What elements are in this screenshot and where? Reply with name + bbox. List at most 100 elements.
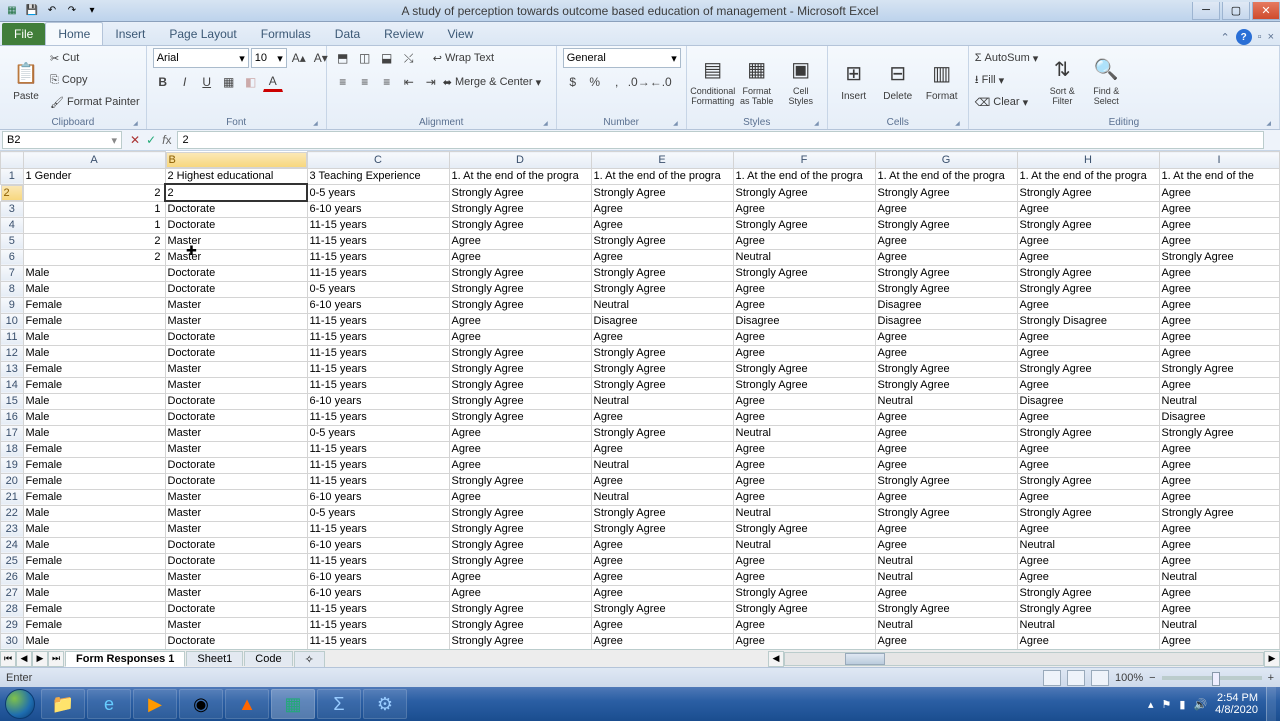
- cell[interactable]: Neutral: [1159, 393, 1279, 409]
- cell[interactable]: Strongly Agree: [1017, 505, 1159, 521]
- cell[interactable]: 11-15 years: [307, 313, 449, 329]
- conditional-formatting-button[interactable]: ▤Conditional Formatting: [693, 48, 733, 112]
- cell[interactable]: Agree: [1017, 377, 1159, 393]
- row-header[interactable]: 23: [1, 521, 24, 537]
- cell[interactable]: Disagree: [1159, 409, 1279, 425]
- row-header[interactable]: 28: [1, 601, 24, 617]
- cell[interactable]: Strongly Agree: [875, 377, 1017, 393]
- cell[interactable]: Strongly Agree: [449, 184, 591, 201]
- cell[interactable]: 11-15 years: [307, 553, 449, 569]
- cell[interactable]: Female: [23, 313, 165, 329]
- cell[interactable]: Male: [23, 585, 165, 601]
- cell[interactable]: Strongly Agree: [875, 184, 1017, 201]
- cell[interactable]: Master: [165, 569, 307, 585]
- col-header[interactable]: C: [307, 152, 449, 169]
- cell[interactable]: Agree: [733, 617, 875, 633]
- cell[interactable]: Agree: [875, 633, 1017, 649]
- sheet-tab[interactable]: Code: [244, 651, 292, 666]
- cell[interactable]: Doctorate: [165, 329, 307, 345]
- cell[interactable]: Master: [165, 361, 307, 377]
- cell[interactable]: Female: [23, 377, 165, 393]
- row-header[interactable]: 15: [1, 393, 24, 409]
- row-header[interactable]: 19: [1, 457, 24, 473]
- cell[interactable]: Agree: [1159, 377, 1279, 393]
- cell[interactable]: Strongly Agree: [449, 361, 591, 377]
- row-header[interactable]: 14: [1, 377, 24, 393]
- row-header[interactable]: 4: [1, 217, 24, 233]
- help-icon[interactable]: ?: [1236, 29, 1252, 45]
- bold-button[interactable]: B: [153, 72, 173, 92]
- cell[interactable]: Neutral: [591, 489, 733, 505]
- cell[interactable]: 6-10 years: [307, 297, 449, 313]
- cell[interactable]: Strongly Agree: [449, 281, 591, 297]
- cell[interactable]: Agree: [449, 585, 591, 601]
- cell[interactable]: Strongly Agree: [875, 265, 1017, 281]
- col-header[interactable]: E: [591, 152, 733, 169]
- align-middle-icon[interactable]: ◫: [355, 48, 375, 68]
- cell[interactable]: Strongly Agree: [449, 521, 591, 537]
- cell[interactable]: Agree: [591, 553, 733, 569]
- cell[interactable]: Agree: [1017, 441, 1159, 457]
- cell[interactable]: Disagree: [875, 313, 1017, 329]
- cell[interactable]: Agree: [591, 473, 733, 489]
- cell[interactable]: Agree: [875, 345, 1017, 361]
- task-explorer[interactable]: 📁: [41, 689, 85, 719]
- cell[interactable]: Agree: [591, 617, 733, 633]
- col-header[interactable]: A: [23, 152, 165, 169]
- row-header[interactable]: 16: [1, 409, 24, 425]
- cell[interactable]: Strongly Agree: [591, 345, 733, 361]
- cell[interactable]: Agree: [1017, 297, 1159, 313]
- cell[interactable]: Neutral: [1159, 569, 1279, 585]
- cell[interactable]: Disagree: [875, 297, 1017, 313]
- zoom-slider[interactable]: [1162, 676, 1262, 680]
- cell[interactable]: Female: [23, 489, 165, 505]
- cell[interactable]: Agree: [1017, 201, 1159, 217]
- cell[interactable]: Agree: [591, 569, 733, 585]
- cell[interactable]: 1. At the end of the progra: [1017, 168, 1159, 184]
- cell[interactable]: Strongly Agree: [733, 521, 875, 537]
- cell[interactable]: Strongly Agree: [449, 377, 591, 393]
- align-top-icon[interactable]: ⬒: [333, 48, 353, 68]
- wrap-text-button[interactable]: ↩Wrap Text: [433, 48, 494, 68]
- cell[interactable]: 11-15 years: [307, 377, 449, 393]
- row-header[interactable]: 1: [1, 168, 24, 184]
- cell[interactable]: Strongly Agree: [449, 473, 591, 489]
- cell[interactable]: Agree: [733, 457, 875, 473]
- cell[interactable]: 2 Highest educational: [165, 168, 307, 184]
- tab-data[interactable]: Data: [323, 23, 372, 45]
- cell[interactable]: Agree: [1159, 473, 1279, 489]
- cell[interactable]: 6-10 years: [307, 201, 449, 217]
- formula-input[interactable]: [177, 131, 1264, 149]
- cell[interactable]: 11-15 years: [307, 617, 449, 633]
- cell[interactable]: Doctorate: [165, 457, 307, 473]
- cell[interactable]: Agree: [591, 249, 733, 265]
- currency-icon[interactable]: $: [563, 72, 583, 92]
- col-header[interactable]: I: [1159, 152, 1279, 169]
- cell[interactable]: Strongly Agree: [875, 281, 1017, 297]
- cell[interactable]: Agree: [1017, 521, 1159, 537]
- cell[interactable]: 11-15 years: [307, 633, 449, 649]
- normal-view-button[interactable]: [1043, 670, 1061, 686]
- inc-decimal-icon[interactable]: .0→: [629, 72, 649, 92]
- row-header[interactable]: 22: [1, 505, 24, 521]
- cell[interactable]: Master: [165, 249, 307, 265]
- cell[interactable]: Master: [165, 521, 307, 537]
- row-header[interactable]: 12: [1, 345, 24, 361]
- cell[interactable]: Female: [23, 617, 165, 633]
- tab-nav-prev[interactable]: ◀: [16, 651, 32, 667]
- hscroll-thumb[interactable]: [845, 653, 885, 665]
- col-header[interactable]: D: [449, 152, 591, 169]
- tab-view[interactable]: View: [436, 23, 486, 45]
- cell[interactable]: Agree: [1159, 633, 1279, 649]
- cell[interactable]: Male: [23, 345, 165, 361]
- cell[interactable]: Master: [165, 585, 307, 601]
- show-desktop-button[interactable]: [1266, 687, 1276, 721]
- cell[interactable]: Agree: [591, 633, 733, 649]
- cell[interactable]: Strongly Agree: [1159, 361, 1279, 377]
- cell[interactable]: Strongly Agree: [591, 425, 733, 441]
- cell[interactable]: Neutral: [733, 249, 875, 265]
- cell[interactable]: Agree: [733, 233, 875, 249]
- cell[interactable]: Strongly Agree: [733, 601, 875, 617]
- cell[interactable]: Strongly Agree: [1017, 425, 1159, 441]
- cell[interactable]: Agree: [1159, 489, 1279, 505]
